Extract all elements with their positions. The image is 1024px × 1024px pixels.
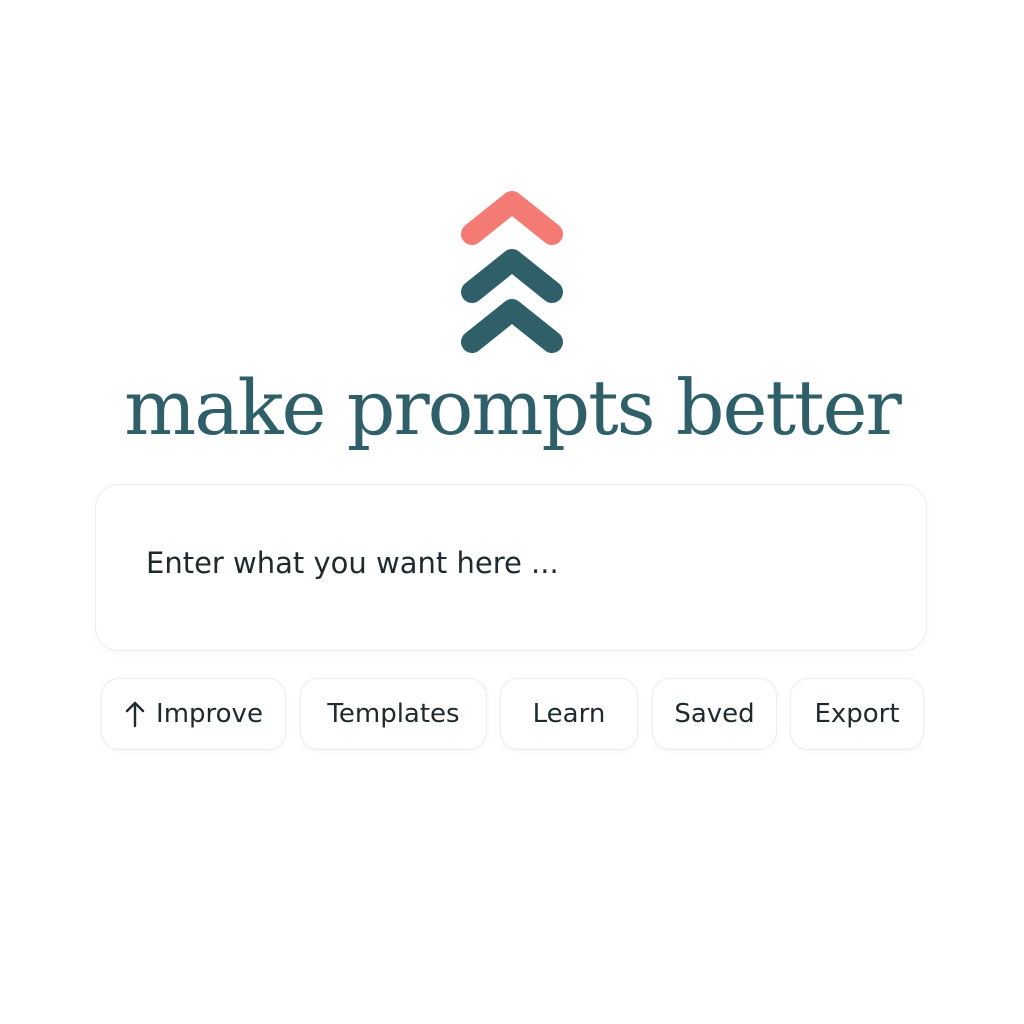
learn-label: Learn xyxy=(532,699,606,729)
prompt-input[interactable] xyxy=(146,541,866,585)
saved-label: Saved xyxy=(674,699,755,729)
templates-button[interactable]: Templates xyxy=(300,678,487,750)
export-label: Export xyxy=(814,699,900,729)
saved-button[interactable]: Saved xyxy=(652,678,777,750)
improve-label: Improve xyxy=(156,699,263,729)
export-button[interactable]: Export xyxy=(790,678,924,750)
arrow-up-icon xyxy=(125,701,145,728)
middle-chevron xyxy=(461,249,563,303)
learn-button[interactable]: Learn xyxy=(500,678,638,750)
bottom-chevron xyxy=(461,299,563,353)
improve-button[interactable]: Improve xyxy=(101,678,286,750)
templates-label: Templates xyxy=(327,699,460,729)
triple-chevron-up-icon xyxy=(461,191,563,353)
headline: make prompts better xyxy=(124,363,902,452)
app-page: make prompts better Improve Templates Le… xyxy=(0,0,1024,1024)
prompt-box[interactable] xyxy=(95,484,927,651)
top-chevron xyxy=(461,191,563,245)
